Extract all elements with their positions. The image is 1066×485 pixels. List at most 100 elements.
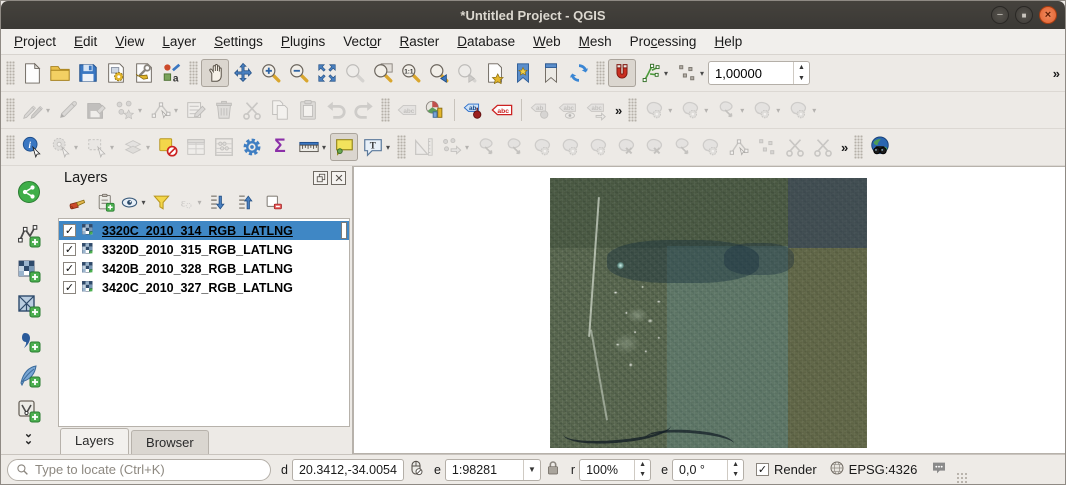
toolbar-overflow-button[interactable]: » (1049, 66, 1063, 81)
pan-to-selection-button[interactable] (229, 59, 257, 87)
new-bookmark-button[interactable] (481, 59, 509, 87)
scale-combo[interactable]: 1:98281 ▼ (445, 459, 541, 481)
add-delimited-text-layer-button[interactable] (14, 326, 44, 356)
map-canvas[interactable] (353, 166, 1065, 454)
step-down-icon[interactable]: ▼ (794, 73, 809, 84)
layer-tree[interactable]: ✓ 3320C_2010_314_RGB_LATLNG ✓ 3320D_2010… (58, 218, 350, 427)
toolbar-more-button[interactable]: ⌄⌄ (24, 431, 33, 445)
toolbar-overflow-button[interactable]: » (837, 140, 851, 155)
menu-edit[interactable]: Edit (65, 31, 106, 52)
add-mesh-layer-button[interactable] (14, 291, 44, 321)
filter-legend-button[interactable] (148, 190, 174, 214)
show-bookmarks-button[interactable] (537, 59, 565, 87)
toolbar-overflow-button[interactable]: » (611, 103, 625, 118)
measure-button[interactable] (294, 133, 330, 161)
close-button[interactable]: × (1039, 6, 1057, 24)
statistical-summary-button[interactable]: Σ (266, 133, 294, 161)
menu-vector[interactable]: Vector (334, 31, 390, 52)
diagram-options-button[interactable] (421, 96, 449, 124)
toolbar-drag-handle[interactable] (854, 135, 863, 159)
scale-value[interactable]: 1:98281 (452, 463, 497, 477)
layer-row[interactable]: ✓ 3320D_2010_315_RGB_LATLNG (59, 240, 349, 259)
toolbar-drag-handle[interactable] (381, 98, 390, 122)
tab-layers[interactable]: Layers (60, 428, 129, 454)
toolbar-drag-handle[interactable] (6, 61, 15, 85)
menu-processing[interactable]: Processing (621, 31, 706, 52)
menu-settings[interactable]: Settings (205, 31, 272, 52)
toolbar-drag-handle[interactable] (628, 98, 637, 122)
remove-layer-button[interactable] (260, 190, 286, 214)
scale-dropdown-icon[interactable]: ▼ (523, 460, 540, 480)
add-virtual-layer-button[interactable] (14, 396, 44, 426)
step-up-icon[interactable]: ▲ (794, 62, 809, 73)
menu-project[interactable]: Project (5, 31, 65, 52)
layer-labeling-options-button[interactable] (488, 96, 516, 124)
pan-map-button[interactable] (201, 59, 229, 87)
resize-grip[interactable] (955, 471, 968, 484)
zoom-to-layer-button[interactable] (369, 59, 397, 87)
rotation-value[interactable]: 0,0 ° (673, 460, 727, 480)
expand-all-button[interactable] (204, 190, 230, 214)
panel-close-button[interactable] (331, 171, 346, 185)
zoom-in-button[interactable] (257, 59, 285, 87)
snapping-tolerance-value[interactable]: 1,00000 (709, 62, 793, 84)
menu-mesh[interactable]: Mesh (570, 31, 621, 52)
step-up-icon[interactable]: ▲ (635, 460, 650, 470)
new-project-button[interactable] (18, 59, 46, 87)
crs-button[interactable] (829, 460, 845, 479)
layer-row[interactable]: ✓ 3320C_2010_314_RGB_LATLNG (59, 221, 349, 240)
layer-checkbox[interactable]: ✓ (63, 262, 76, 275)
new-print-layout-button[interactable] (102, 59, 130, 87)
render-checkbox[interactable]: ✓ (756, 463, 769, 476)
locate-search-input[interactable]: Type to locate (Ctrl+K) (7, 459, 271, 481)
spinbox-steppers[interactable]: ▲▼ (727, 460, 743, 480)
maximize-button[interactable]: ■ (1015, 6, 1033, 24)
menu-raster[interactable]: Raster (391, 31, 449, 52)
add-vector-layer-button[interactable] (14, 221, 44, 251)
toolbar-drag-handle[interactable] (189, 61, 198, 85)
layer-name[interactable]: 3420B_2010_328_RGB_LATLNG (102, 262, 293, 276)
toolbar-drag-handle[interactable] (397, 135, 406, 159)
panel-float-button[interactable] (313, 171, 328, 185)
messages-button[interactable] (931, 460, 947, 479)
crs-value[interactable]: EPSG:4326 (849, 462, 918, 477)
spinbox-steppers[interactable]: ▲▼ (793, 62, 809, 84)
map-tips-button[interactable] (330, 133, 358, 161)
processing-toolbox-button[interactable] (238, 133, 266, 161)
zoom-full-button[interactable] (313, 59, 341, 87)
layer-name[interactable]: 3320C_2010_314_RGB_LATLNG (102, 224, 293, 238)
snapping-tolerance-spinbox[interactable]: 1,00000 ▲▼ (708, 61, 810, 85)
layer-row[interactable]: ✓ 3420C_2010_327_RGB_LATLNG (59, 278, 349, 297)
zoom-out-button[interactable] (285, 59, 313, 87)
add-spatial-bookmark-button[interactable] (509, 59, 537, 87)
layer-name[interactable]: 3320D_2010_315_RGB_LATLNG (102, 243, 293, 257)
step-down-icon[interactable]: ▼ (728, 470, 743, 480)
rotation-spinbox[interactable]: 0,0 ° ▲▼ (672, 459, 744, 481)
menu-plugins[interactable]: Plugins (272, 31, 334, 52)
magnifier-value[interactable]: 100% (580, 460, 634, 480)
metasearch-button[interactable] (866, 133, 894, 161)
zoom-native-button[interactable] (397, 59, 425, 87)
style-manager-button[interactable] (158, 59, 186, 87)
manage-visibility-button[interactable] (120, 190, 146, 214)
tracing-toggle-button[interactable] (672, 59, 708, 87)
toolbar-drag-handle[interactable] (6, 135, 15, 159)
toolbar-drag-handle[interactable] (6, 98, 15, 122)
deselect-all-button[interactable] (154, 133, 182, 161)
topological-editing-button[interactable] (636, 59, 672, 87)
tab-browser[interactable]: Browser (131, 430, 209, 454)
layer-labeling-button[interactable] (460, 96, 488, 124)
open-layer-styling-button[interactable] (64, 190, 90, 214)
snapping-toggle-button[interactable] (608, 59, 636, 87)
add-spatialite-layer-button[interactable] (14, 361, 44, 391)
identify-features-button[interactable] (18, 133, 46, 161)
toggle-extents-button[interactable] (408, 460, 424, 479)
minimize-button[interactable]: − (991, 6, 1009, 24)
save-project-button[interactable] (74, 59, 102, 87)
title-bar[interactable]: *Untitled Project - QGIS − ■ × (1, 1, 1065, 29)
zoom-last-button[interactable] (425, 59, 453, 87)
menu-web[interactable]: Web (524, 31, 570, 52)
open-project-button[interactable] (46, 59, 74, 87)
refresh-button[interactable] (565, 59, 593, 87)
menu-view[interactable]: View (106, 31, 153, 52)
